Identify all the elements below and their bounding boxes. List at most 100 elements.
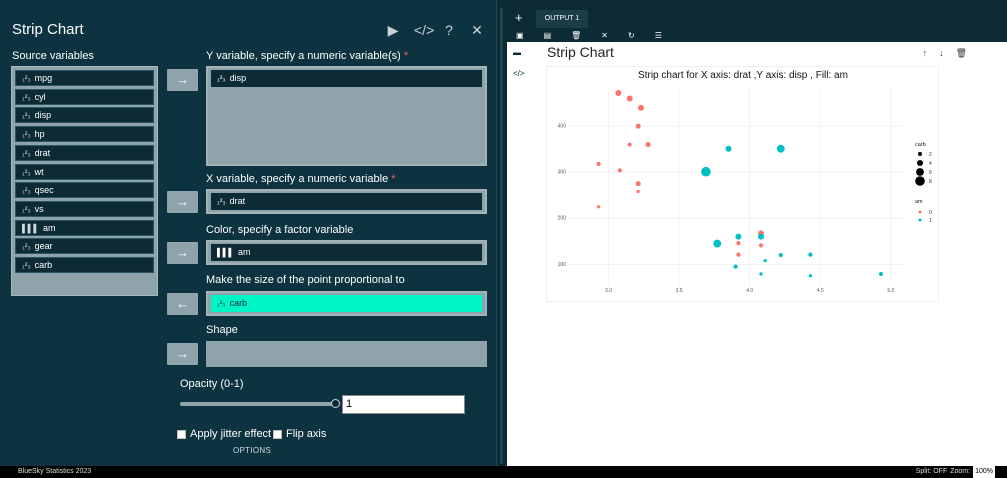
options-link[interactable]: OPTIONS [233, 446, 271, 455]
numeric-type-icon: ₁²₃ [22, 186, 31, 196]
output-actions: ↑ ↓ 🗑 [923, 48, 967, 59]
size-legend-label: 6 [929, 170, 932, 176]
source-variable-item[interactable]: ₁²₃ drat [15, 144, 154, 161]
y-variable-target[interactable]: ₁²₃ disp [206, 66, 487, 166]
move-to-color-button[interactable]: → [167, 242, 198, 264]
source-variable-name: qsec [34, 185, 54, 196]
source-variable-item[interactable]: ▌▌▌ am [15, 219, 154, 236]
size-legend-label: 4 [929, 161, 932, 167]
size-legend-key [915, 176, 925, 186]
data-point [763, 258, 767, 263]
flip-axis-checkbox[interactable]: Flip axis [273, 428, 326, 440]
play-icon[interactable]: ▶ [386, 22, 400, 39]
code-icon[interactable]: </> [513, 69, 525, 78]
status-bar: BlueSky Statistics 2023 Split: OFF Zoom:… [0, 466, 1007, 478]
strip-chart: Strip chart for X axis: drat ,Y axis: di… [546, 66, 939, 302]
data-point [626, 95, 633, 102]
source-variable-item[interactable]: ₁²₃ mpg [15, 70, 154, 86]
jitter-checkbox[interactable]: Apply jitter effect [177, 428, 271, 440]
chart-title: Strip chart for X axis: drat ,Y axis: di… [638, 70, 848, 81]
open-icon[interactable]: ▣ [516, 31, 524, 40]
delete-icon[interactable]: 🗑 [571, 31, 581, 40]
close-icon[interactable]: ✕ [470, 22, 484, 39]
source-variables-list[interactable]: ₁²₃ mpg ₁²₃ cyl ₁²₃ disp ₁²₃ hp ₁²₃ drat ₁²₃ wt ₁²₃ q… [11, 66, 158, 296]
output-toolbar: ▣ ▤ 🗑 ✕ ↻ ☰ [507, 28, 1007, 42]
color-legend-label: 1 [929, 218, 932, 224]
source-variable-item[interactable]: ₁²₃ gear [15, 238, 154, 255]
data-point [596, 161, 601, 166]
flip-axis-checkbox-label: Flip axis [286, 428, 327, 440]
opacity-slider-track[interactable] [180, 402, 335, 406]
x-variable-target[interactable]: ₁²₃ drat [206, 189, 487, 214]
source-variable-item[interactable]: ₁²₃ vs [15, 200, 154, 217]
delete-output-icon[interactable]: 🗑 [956, 48, 967, 59]
numeric-type-icon: ₁²₃ [22, 148, 31, 158]
numeric-type-icon: ₁²₃ [217, 299, 226, 308]
data-point [635, 123, 641, 129]
divider-grip[interactable] [500, 8, 503, 464]
x-tick-label: 3.0 [605, 288, 612, 294]
numeric-type-icon: ₁²₃ [22, 130, 31, 140]
move-up-icon[interactable]: ↑ [923, 48, 928, 59]
data-point [878, 271, 884, 277]
color-variable-target[interactable]: ▌▌▌ am [206, 240, 487, 265]
source-variable-name: vs [34, 203, 44, 214]
save-icon[interactable]: ▤ [544, 31, 552, 40]
code-icon[interactable]: </> [414, 22, 434, 39]
list-icon[interactable]: ☰ [655, 31, 662, 40]
split-divider[interactable] [497, 0, 507, 466]
close-icon[interactable]: ✕ [601, 31, 608, 40]
move-to-x-button[interactable]: → [167, 191, 198, 213]
source-variable-item[interactable]: ₁²₃ hp [15, 126, 154, 143]
checkbox-box[interactable] [177, 429, 186, 439]
size-variable-target[interactable]: ₁²₃ carb [206, 291, 487, 316]
color-legend-title: am [915, 199, 923, 205]
add-tab-icon[interactable]: + [515, 10, 523, 25]
move-down-icon[interactable]: ↓ [939, 48, 944, 59]
opacity-input[interactable]: 1 [342, 395, 465, 414]
y-tick-label: 400 [558, 124, 567, 130]
dialog-title: Strip Chart [12, 21, 84, 38]
shape-variable-target[interactable] [206, 341, 487, 367]
source-variable-name: wt [34, 166, 44, 177]
source-variable-name: cyl [34, 91, 46, 102]
source-variable-item[interactable]: ₁²₃ cyl [15, 88, 154, 105]
move-from-size-button[interactable]: ← [167, 293, 198, 315]
source-variable-name: hp [34, 129, 45, 140]
move-to-shape-button[interactable]: → [167, 343, 198, 365]
output-title: Strip Chart [547, 44, 614, 60]
x-tick-label: 5.0 [887, 288, 894, 294]
x-variable-chip[interactable]: ₁²₃ drat [211, 193, 482, 210]
move-to-y-button[interactable]: → [167, 69, 198, 91]
numeric-type-icon: ₁²₃ [22, 242, 31, 252]
numeric-type-icon: ₁²₃ [22, 92, 31, 102]
checkbox-box[interactable] [273, 429, 282, 439]
size-variable-label: Make the size of the point proportional … [206, 274, 405, 286]
y-variable-chip[interactable]: ₁²₃ disp [211, 70, 482, 87]
output-pane: + OUTPUT 1 ▣ ▤ 🗑 ✕ ↻ ☰ ▬ </> Strip Chart… [507, 0, 1007, 466]
data-point [596, 205, 601, 209]
app-version-label: BlueSky Statistics 2023 [18, 468, 92, 475]
source-variable-item[interactable]: ₁²₃ carb [15, 257, 154, 273]
numeric-type-icon: ₁²₃ [217, 74, 226, 83]
source-variable-name: mpg [34, 73, 53, 83]
shape-variable-label: Shape [206, 324, 238, 336]
source-variable-item[interactable]: ₁²₃ wt [15, 163, 154, 180]
opacity-slider-thumb[interactable] [331, 399, 340, 408]
color-variable-chip[interactable]: ▌▌▌ am [211, 244, 482, 261]
help-icon[interactable]: ? [442, 22, 456, 39]
size-variable-chip[interactable]: ₁²₃ carb [211, 295, 482, 312]
data-point [759, 272, 763, 276]
source-variable-item[interactable]: ₁²₃ disp [15, 107, 154, 124]
factor-type-icon: ▌▌▌ [22, 223, 40, 233]
data-point [776, 144, 785, 153]
data-point [733, 264, 738, 269]
collapse-icon[interactable]: ▬ [513, 48, 525, 57]
refresh-icon[interactable]: ↻ [628, 31, 635, 40]
source-variable-item[interactable]: ₁²₃ qsec [15, 182, 154, 199]
tab-output-1[interactable]: OUTPUT 1 [536, 10, 588, 28]
data-point [725, 145, 732, 152]
output-side-icons: ▬ </> [513, 48, 525, 78]
zoom-value[interactable]: 100% [973, 466, 995, 478]
x-tick-label: 3.5 [676, 288, 683, 294]
